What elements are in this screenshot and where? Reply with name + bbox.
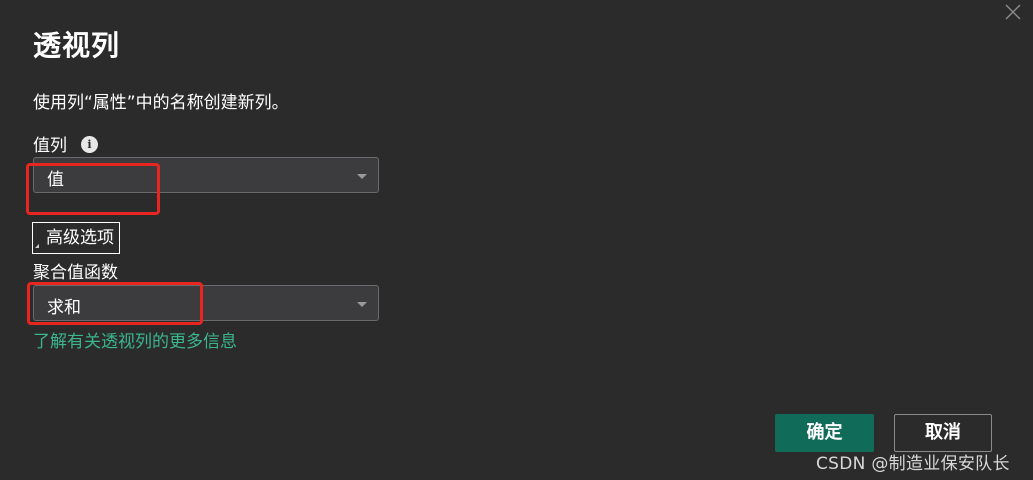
value-column-select[interactable]: 值 — [33, 157, 379, 193]
close-icon[interactable] — [1004, 3, 1022, 21]
aggregate-function-select[interactable]: 求和 — [33, 285, 379, 321]
dialog-description: 使用列“属性”中的名称创建新列。 — [33, 93, 289, 113]
info-icon[interactable]: i — [81, 136, 98, 153]
expand-triangle-icon — [35, 244, 39, 248]
value-column-label: 值列 — [33, 136, 67, 156]
aggregate-function-label: 聚合值函数 — [33, 263, 118, 283]
learn-more-link[interactable]: 了解有关透视列的更多信息 — [33, 327, 237, 352]
chevron-down-icon — [357, 174, 367, 179]
watermark: CSDN @制造业保安队长 — [816, 454, 1010, 474]
dialog-title: 透视列 — [33, 29, 121, 62]
aggregate-function-selected: 求和 — [47, 298, 81, 318]
chevron-down-icon — [357, 302, 367, 307]
ok-button[interactable]: 确定 — [775, 414, 874, 452]
cancel-button[interactable]: 取消 — [894, 414, 992, 452]
advanced-options-label: 高级选项 — [46, 228, 114, 248]
advanced-options-toggle[interactable]: 高级选项 — [32, 222, 120, 254]
value-column-selected: 值 — [47, 170, 64, 190]
